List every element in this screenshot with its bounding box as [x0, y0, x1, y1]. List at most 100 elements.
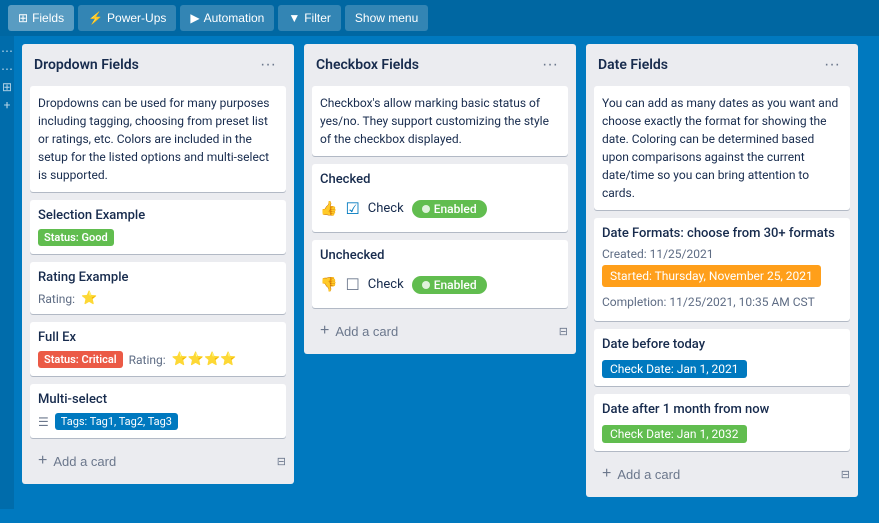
- selection-example-title: Selection Example: [38, 208, 278, 223]
- dropdown-add-card-button[interactable]: + Add a card: [30, 446, 277, 476]
- add-card-plus-icon: +: [38, 452, 47, 470]
- selection-status-badge: Status: Good: [38, 229, 114, 246]
- full-ex-title: Full Ex: [38, 330, 278, 345]
- dropdown-add-card-label: Add a card: [53, 454, 116, 469]
- fields-button[interactable]: ⊞ Fields: [8, 5, 74, 31]
- date-created-label: Created: 11/25/2021: [602, 247, 842, 261]
- checkbox-fields-title: Checkbox Fields: [316, 57, 419, 73]
- checkbox-fields-header: Checkbox Fields ···: [312, 52, 568, 78]
- boards-area: Dropdown Fields ··· Dropdowns can be use…: [14, 36, 866, 509]
- checkbox-add-card-row: + Add a card ⊟: [312, 316, 568, 346]
- checkbox-fields-menu-button[interactable]: ···: [536, 54, 564, 76]
- date-add-card-row: + Add a card ⊟: [594, 459, 850, 489]
- date-fields-menu-button[interactable]: ···: [818, 54, 846, 76]
- automation-button[interactable]: ▶ Automation: [180, 5, 274, 31]
- full-ex-rating-stars: ⭐⭐⭐⭐: [172, 352, 237, 367]
- sidebar-icon-2[interactable]: ⋯: [1, 62, 13, 76]
- date-card-template-icon[interactable]: ⊟: [841, 468, 850, 481]
- unchecked-check-label: Check: [368, 277, 404, 292]
- thumbs-up-icon: 👍: [320, 201, 337, 217]
- multi-select-meta: ☰ Tags: Tag1, Tag2, Tag3: [38, 413, 278, 430]
- date-add-plus-icon: +: [602, 465, 611, 483]
- power-ups-label: Power-Ups: [107, 11, 166, 25]
- unchecked-checkbox-icon: ☐: [345, 275, 359, 294]
- date-add-card-label: Add a card: [617, 467, 680, 482]
- date-after-month-card[interactable]: Date after 1 month from now Check Date: …: [594, 394, 850, 451]
- date-fields-description: You can add as many dates as you want an…: [594, 86, 850, 210]
- unchecked-card[interactable]: Unchecked 👎 ☐ Check Enabled: [312, 240, 568, 308]
- dropdown-card-template-icon[interactable]: ⊟: [277, 455, 286, 468]
- checkbox-fields-column: Checkbox Fields ··· Checkbox's allow mar…: [304, 44, 576, 354]
- checked-card[interactable]: Checked 👍 ☑ Check Enabled: [312, 164, 568, 232]
- dropdown-fields-header: Dropdown Fields ···: [30, 52, 286, 78]
- power-ups-button[interactable]: ⚡ Power-Ups: [78, 5, 176, 31]
- checkbox-add-card-button[interactable]: + Add a card: [312, 316, 559, 346]
- selection-example-card[interactable]: Selection Example Status: Good: [30, 200, 286, 254]
- date-before-today-card[interactable]: Date before today Check Date: Jan 1, 202…: [594, 329, 850, 386]
- date-fields-title: Date Fields: [598, 57, 668, 73]
- date-started-row: Started: Thursday, November 25, 2021: [602, 265, 842, 291]
- date-add-card-button[interactable]: + Add a card: [594, 459, 841, 489]
- tags-icon: ☰: [38, 415, 49, 429]
- checkbox-card-template-icon[interactable]: ⊟: [559, 325, 568, 338]
- filter-icon: ▼: [288, 11, 300, 25]
- rating-example-card[interactable]: Rating Example Rating: ⭐: [30, 262, 286, 314]
- date-completion-label: Completion: 11/25/2021, 10:35 AM CST: [602, 295, 842, 309]
- sidebar-icon-3[interactable]: ⊞: [2, 80, 12, 94]
- dropdown-fields-column: Dropdown Fields ··· Dropdowns can be use…: [22, 44, 294, 484]
- automation-icon: ▶: [190, 11, 199, 25]
- filter-label: Filter: [304, 11, 331, 25]
- dropdown-fields-menu-button[interactable]: ···: [254, 54, 282, 76]
- selection-example-meta: Status: Good: [38, 229, 278, 246]
- rating-label: Rating:: [38, 292, 75, 306]
- multi-select-title: Multi-select: [38, 392, 278, 407]
- checkbox-fields-description: Checkbox's allow marking basic status of…: [312, 86, 568, 156]
- date-fields-header: Date Fields ···: [594, 52, 850, 78]
- automation-label: Automation: [204, 11, 265, 25]
- power-ups-icon: ⚡: [88, 11, 103, 25]
- sidebar-icon-1[interactable]: ⋯: [1, 44, 13, 58]
- date-before-today-title: Date before today: [602, 337, 842, 352]
- fields-label: Fields: [32, 11, 64, 25]
- date-formats-title: Date Formats: choose from 30+ formats: [602, 226, 842, 241]
- unchecked-enabled-badge: Enabled: [412, 276, 487, 294]
- date-before-badge-row: Check Date: Jan 1, 2021: [602, 358, 842, 378]
- date-after-month-title: Date after 1 month from now: [602, 402, 842, 417]
- date-fields-column: Date Fields ··· You can add as many date…: [586, 44, 858, 497]
- date-formats-card[interactable]: Date Formats: choose from 30+ formats Cr…: [594, 218, 850, 321]
- checked-check-label: Check: [368, 201, 404, 216]
- sidebar-icon-4[interactable]: +: [4, 98, 11, 112]
- rating-example-meta: Rating: ⭐: [38, 291, 278, 306]
- rating-stars: ⭐: [81, 291, 97, 306]
- checked-section-label: Checked: [320, 172, 560, 187]
- thumbs-down-icon: 👎: [320, 277, 337, 293]
- checked-checkbox-icon: ☑: [345, 199, 359, 218]
- checked-row: 👍 ☑ Check Enabled: [320, 193, 560, 224]
- left-sidebar: ⋯ ⋯ ⊞ +: [0, 36, 14, 509]
- dropdown-add-card-row: + Add a card ⊟: [30, 446, 286, 476]
- full-ex-rating-label: Rating:: [129, 353, 166, 367]
- toolbar: ⊞ Fields ⚡ Power-Ups ▶ Automation ▼ Filt…: [0, 0, 879, 36]
- fields-icon: ⊞: [18, 11, 28, 25]
- date-before-badge: Check Date: Jan 1, 2021: [602, 360, 747, 378]
- date-started-badge: Started: Thursday, November 25, 2021: [602, 265, 821, 287]
- full-ex-meta: Status: Critical Rating: ⭐⭐⭐⭐: [38, 351, 278, 368]
- show-menu-label: Show menu: [355, 11, 418, 25]
- filter-button[interactable]: ▼ Filter: [278, 5, 341, 31]
- dropdown-fields-description: Dropdowns can be used for many purposes …: [30, 86, 286, 192]
- rating-example-title: Rating Example: [38, 270, 278, 285]
- checked-enabled-badge: Enabled: [412, 200, 487, 218]
- checkbox-add-card-label: Add a card: [335, 324, 398, 339]
- multi-select-card[interactable]: Multi-select ☰ Tags: Tag1, Tag2, Tag3: [30, 384, 286, 438]
- tags-badge: Tags: Tag1, Tag2, Tag3: [55, 413, 178, 430]
- show-menu-button[interactable]: Show menu: [345, 5, 428, 31]
- full-ex-card[interactable]: Full Ex Status: Critical Rating: ⭐⭐⭐⭐: [30, 322, 286, 376]
- dropdown-fields-title: Dropdown Fields: [34, 57, 139, 73]
- date-after-badge: Check Date: Jan 1, 2032: [602, 425, 747, 443]
- unchecked-section-label: Unchecked: [320, 248, 560, 263]
- full-ex-status-badge: Status: Critical: [38, 351, 123, 368]
- boards-wrapper: ⋯ ⋯ ⊞ + Dropdown Fields ··· Dropdowns ca…: [0, 36, 879, 509]
- unchecked-row: 👎 ☐ Check Enabled: [320, 269, 560, 300]
- checkbox-add-plus-icon: +: [320, 322, 329, 340]
- date-after-badge-row: Check Date: Jan 1, 2032: [602, 423, 842, 443]
